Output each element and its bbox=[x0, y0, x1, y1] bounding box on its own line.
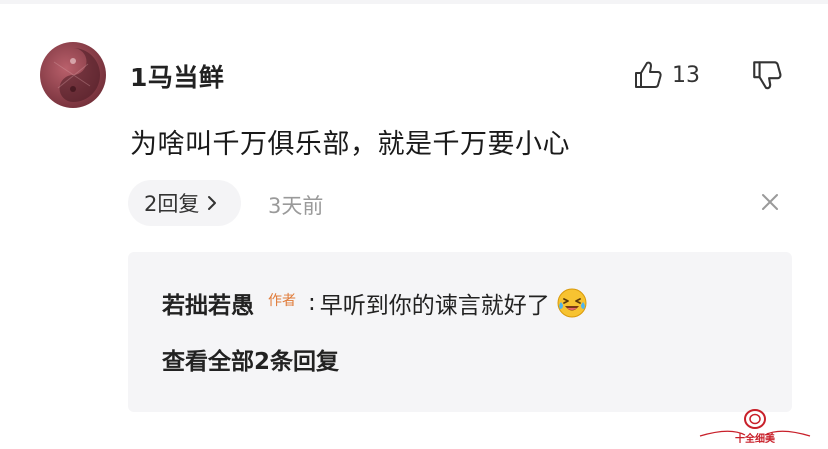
comment-username[interactable]: 1马当鲜 bbox=[130, 58, 224, 94]
watermark-logo: 十全细美 bbox=[690, 405, 820, 445]
view-all-replies-link[interactable]: 查看全部2条回复 bbox=[162, 342, 339, 376]
thumb-up-icon bbox=[635, 61, 662, 88]
chevron-right-icon bbox=[208, 196, 217, 210]
reply-author[interactable]: 若拙若愚 bbox=[162, 286, 254, 320]
author-badge: 作者 bbox=[268, 293, 296, 309]
laughing-crying-emoji-icon bbox=[557, 288, 587, 318]
reply-text: 早听到你的谏言就好了 bbox=[319, 293, 550, 319]
reply-preview[interactable]: 若拙若愚 作者 : 早听到你的谏言就好了 查看全部2条回复 bbox=[128, 252, 792, 412]
close-button[interactable] bbox=[758, 190, 782, 214]
like-button[interactable]: 13 bbox=[632, 57, 700, 93]
thumb-down-icon bbox=[753, 61, 782, 90]
reply-preview-line: 若拙若愚 作者 : 早听到你的谏言就好了 bbox=[162, 286, 588, 320]
close-icon bbox=[762, 194, 778, 210]
reply-separator: : bbox=[308, 290, 316, 316]
like-count: 13 bbox=[672, 62, 700, 88]
comment-text: 为啥叫千万俱乐部，就是千万要小心 bbox=[130, 129, 570, 160]
svg-text:十全细美: 十全细美 bbox=[735, 432, 776, 445]
top-divider bbox=[0, 0, 828, 4]
comment-timestamp: 3天前 bbox=[268, 194, 324, 218]
replies-button[interactable]: 2回复 bbox=[128, 180, 241, 226]
replies-label: 2回复 bbox=[144, 192, 200, 216]
avatar[interactable] bbox=[40, 42, 106, 108]
dislike-button[interactable] bbox=[750, 58, 784, 92]
